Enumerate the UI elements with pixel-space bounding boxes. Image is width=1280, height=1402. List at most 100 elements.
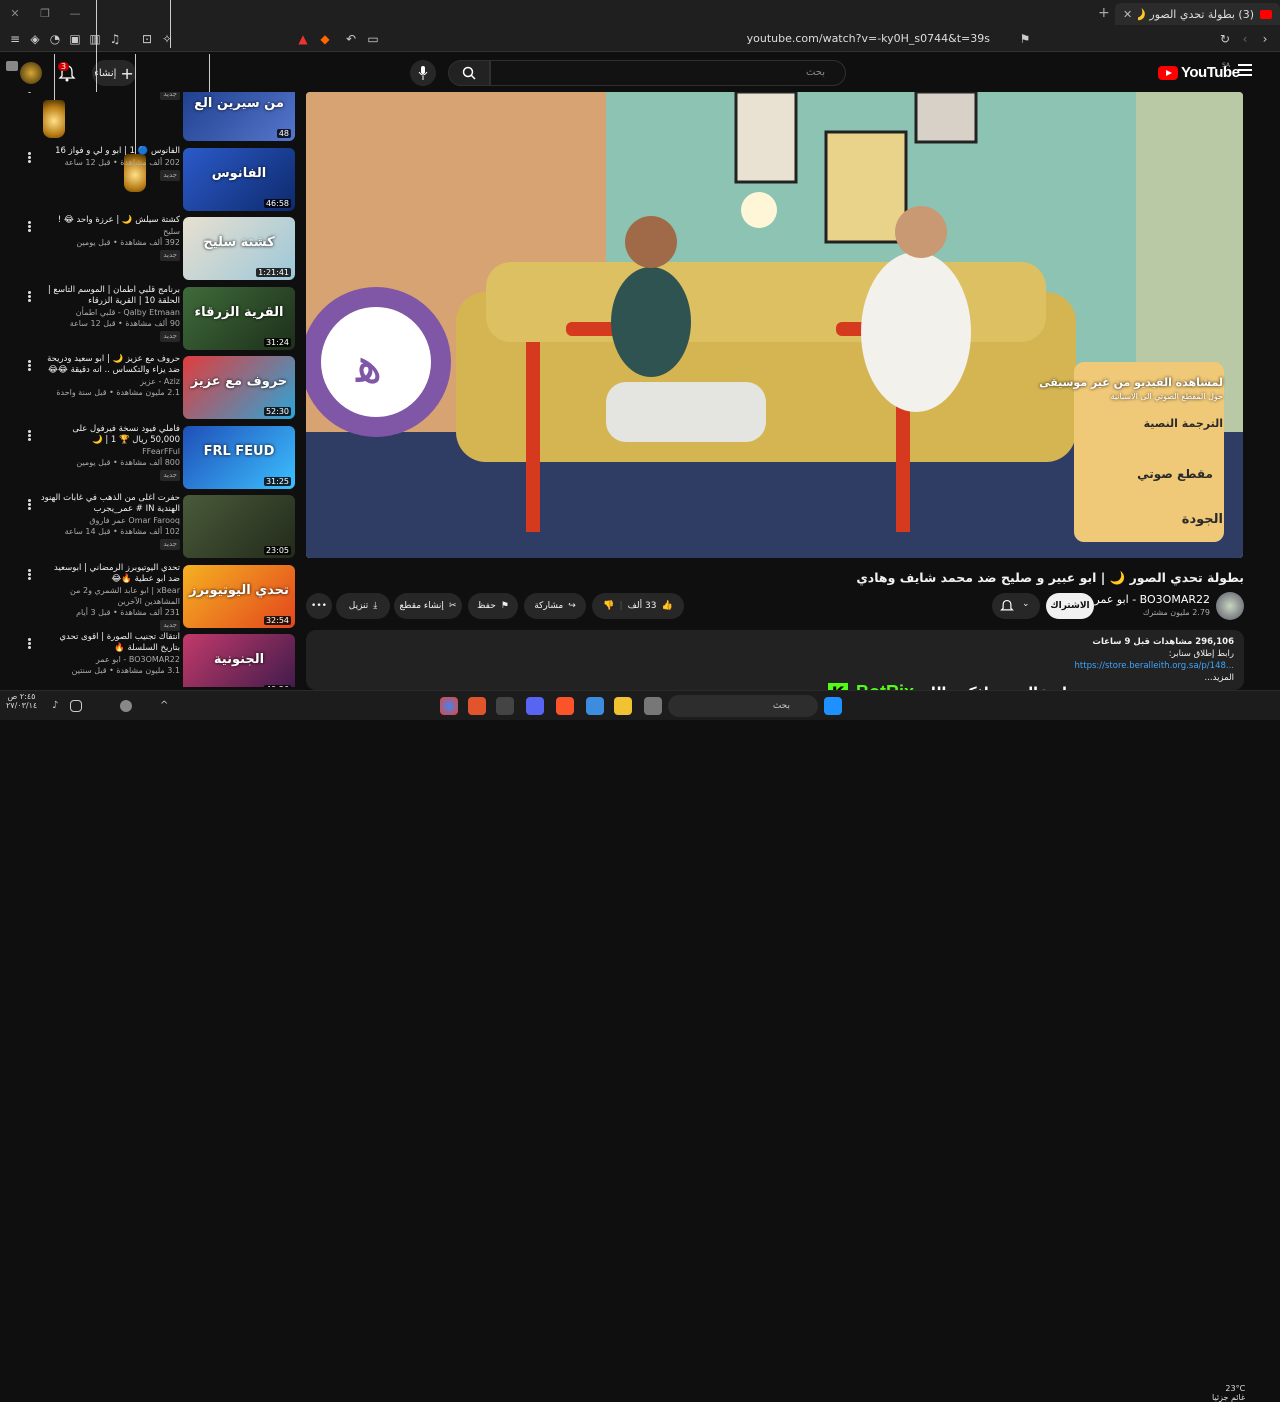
video-thumbnail[interactable]: الفانوس 46:58 (183, 147, 295, 211)
taskbar-search[interactable]: بحث (668, 695, 818, 717)
reload-icon[interactable]: ↻ (1218, 32, 1232, 46)
more-options-icon[interactable] (28, 359, 32, 371)
video-title[interactable]: حروف مع عزيز 🌙 | ابو سعيد ودريحة ضد يزاء… (40, 354, 180, 376)
brave-icon[interactable] (556, 697, 574, 715)
video-channel[interactable]: Aziz - عزيز (40, 376, 180, 387)
tab-close-icon[interactable]: ✕ (1123, 8, 1132, 21)
more-options-icon[interactable] (28, 290, 32, 302)
back-icon[interactable]: › (1258, 32, 1272, 46)
video-channel[interactable]: سليح (40, 226, 180, 237)
bookmark-icon[interactable]: ⚑ (1018, 32, 1032, 46)
channel-avatar[interactable] (1216, 592, 1244, 620)
video-description[interactable]: 296,106 مشاهدات قبل 9 ساعات رابط إطلاق س… (306, 630, 1244, 690)
like-dislike-button[interactable]: 👍 33 ألف | 👎 (592, 593, 684, 619)
recommendation-item[interactable]: الفانوس 46:58 الفانوس 🔵 1 | ابو و لي و فوا… (0, 146, 298, 214)
mic-tray-icon[interactable] (120, 700, 132, 712)
video-thumbnail[interactable]: 23:05 (183, 495, 295, 558)
new-tab-icon[interactable]: + (1098, 5, 1110, 21)
video-thumbnail[interactable]: كشتة سليح 1:21:41 (183, 217, 295, 280)
file-explorer-icon[interactable] (614, 697, 632, 715)
voice-search-button[interactable] (410, 60, 436, 86)
app-icon[interactable] (644, 697, 662, 715)
brave-shields-icon[interactable]: ◆ (318, 32, 332, 46)
channel-notifications-button[interactable]: ⌄ (992, 593, 1040, 619)
chrome-icon[interactable] (440, 697, 458, 715)
video-channel[interactable]: FFearFFul (40, 446, 180, 457)
video-thumbnail[interactable]: FRL FEUD 31:25 (183, 425, 295, 489)
guide-menu-icon[interactable] (1238, 64, 1252, 76)
volume-icon[interactable]: ♪ (52, 700, 64, 712)
store-icon[interactable] (586, 697, 604, 715)
firefox-icon[interactable] (468, 697, 486, 715)
cast-icon[interactable]: ▭ (366, 32, 380, 46)
video-title[interactable]: تحدي اليوتيوبرز الرمضاني | ابوسعيد ضد اب… (40, 563, 180, 585)
save-button[interactable]: ⚑ حفظ (468, 593, 518, 619)
channel-name[interactable]: BO3OMAR22 - ابو عمر (1094, 593, 1210, 606)
video-thumbnail[interactable]: الجنونية 40:26 (183, 634, 295, 687)
restore-window-icon[interactable]: ❐ (30, 0, 60, 28)
more-options-icon[interactable] (28, 92, 32, 93)
more-options-icon[interactable] (28, 568, 32, 580)
shield-icon[interactable]: ◈ (28, 32, 42, 46)
share-button[interactable]: ↪ مشاركة (524, 593, 586, 619)
discord-icon[interactable] (526, 697, 544, 715)
display-icon[interactable] (70, 700, 82, 712)
recommendation-item[interactable]: حروف مع عزيز 52:30 حروف مع عزيز 🌙 | ابو سع… (0, 354, 298, 422)
search-input[interactable]: بحث (490, 60, 846, 86)
recommendation-item[interactable]: الجنونية 40:26 انتقاك تجنيب الصورة | اقوى … (0, 632, 298, 687)
menu-icon[interactable]: ≡ (8, 32, 22, 46)
tabs-icon[interactable]: ▣ (68, 32, 82, 46)
weather-widget[interactable]: 23°C غائم جزئيا (1212, 1384, 1245, 1402)
video-channel[interactable]: Omar Farooq عمر فاروق (40, 515, 180, 526)
subscribe-button[interactable]: الاشتراك (1046, 593, 1094, 619)
undo-icon[interactable]: ↶ (344, 32, 358, 46)
screenshot-icon[interactable]: ⊡ (140, 32, 154, 46)
forward-icon[interactable]: ‹ (1238, 32, 1252, 46)
clip-button[interactable]: ✂ إنشاء مقطع (394, 593, 462, 619)
music-icon[interactable]: ♫ (108, 32, 122, 46)
recommendation-item[interactable]: 23:05 حفرت أغلى من الذهب في غابات الهنود … (0, 493, 298, 561)
video-title[interactable]: برنامج قلبي اطمأن | الموسم التاسع | الحل… (40, 285, 180, 307)
video-channel[interactable]: xBear | ابو عابد الشمري و2 من المشاهدين … (40, 585, 180, 607)
video-title[interactable]: الفانوس 🔵 1 | ابو و لي و فواز 16 (40, 146, 180, 157)
chevron-up-icon[interactable]: ^ (160, 700, 172, 712)
download-button[interactable]: ⤓ تنزيل (336, 593, 390, 619)
video-thumbnail[interactable]: من سيرين الع 48 (183, 92, 295, 141)
more-options-icon[interactable] (28, 151, 32, 163)
more-options-icon[interactable] (28, 220, 32, 232)
recommendation-item[interactable]: من سيرين الع 48 480 ألف مشاهدة • قبل يومجد… (0, 92, 298, 144)
tab-youtube[interactable]: (3) بطولة تحدي الصور 🌙 | ابو عبير ✕ (1115, 3, 1280, 25)
sidebar-icon[interactable]: ▥ (88, 32, 102, 46)
video-thumbnail[interactable]: حروف مع عزيز 52:30 (183, 356, 295, 419)
show-more[interactable]: المزيد... (316, 672, 1235, 684)
windows-start-icon[interactable] (824, 697, 842, 715)
video-thumbnail[interactable]: القرية الزرقاء 31:24 (183, 286, 295, 350)
video-title[interactable]: انتقاك تجنيب الصورة | اقوى تحدي بتاريخ ا… (40, 632, 180, 654)
obs-icon[interactable] (496, 697, 514, 715)
more-options-icon[interactable] (28, 637, 32, 649)
search-button[interactable] (448, 60, 490, 86)
recommendation-item[interactable]: القرية الزرقاء 31:24 برنامج قلبي اطمأن | ا… (0, 285, 298, 353)
minimize-window-icon[interactable]: — (60, 0, 90, 28)
more-options-icon[interactable] (28, 498, 32, 510)
video-title[interactable]: حفرت أغلى من الذهب في غابات الهنود الهند… (40, 493, 180, 515)
recommendation-item[interactable]: FRL FEUD 31:25 فاملي فيود نسخة فيرفول على … (0, 424, 298, 492)
more-options-icon[interactable] (28, 429, 32, 441)
video-channel[interactable]: BO3OMAR22 - ابو عمر (40, 654, 180, 665)
history-icon[interactable]: ◔ (48, 32, 62, 46)
keyboard-icon[interactable] (6, 61, 18, 71)
address-bar[interactable]: youtube.com/watch?v=-ky0H_s0744&t=39s (720, 32, 990, 45)
extensions-icon[interactable]: ✧ (160, 32, 174, 46)
account-avatar[interactable] (20, 62, 42, 84)
brave-rewards-icon[interactable]: ▲ (296, 32, 310, 46)
close-window-icon[interactable]: ✕ (0, 0, 30, 28)
recommendation-item[interactable]: كشتة سليح 1:21:41 كشتة سيلش 🌙 | عرزة واحد … (0, 215, 298, 283)
video-channel[interactable]: Qalby Etmaan - قلبي اطمأن (40, 307, 180, 318)
video-title[interactable]: فاملي فيود نسخة فيرفول على 50,000 ريال 🏆… (40, 424, 180, 446)
video-thumbnail[interactable]: تحدي اليوتيوبرز 32:54 (183, 564, 295, 628)
taskbar-clock[interactable]: ٢:٤٥ ص ٢٧/٠٣/١٤ (6, 692, 37, 710)
more-actions-button[interactable]: ••• (306, 593, 332, 619)
description-link[interactable]: https://store.beralleith.org.sa/p/148... (316, 660, 1234, 672)
video-title[interactable]: كشتة سيلش 🌙 | عرزة واحد 😂 ! (40, 215, 180, 226)
create-button[interactable]: إنشاء + (92, 60, 136, 86)
